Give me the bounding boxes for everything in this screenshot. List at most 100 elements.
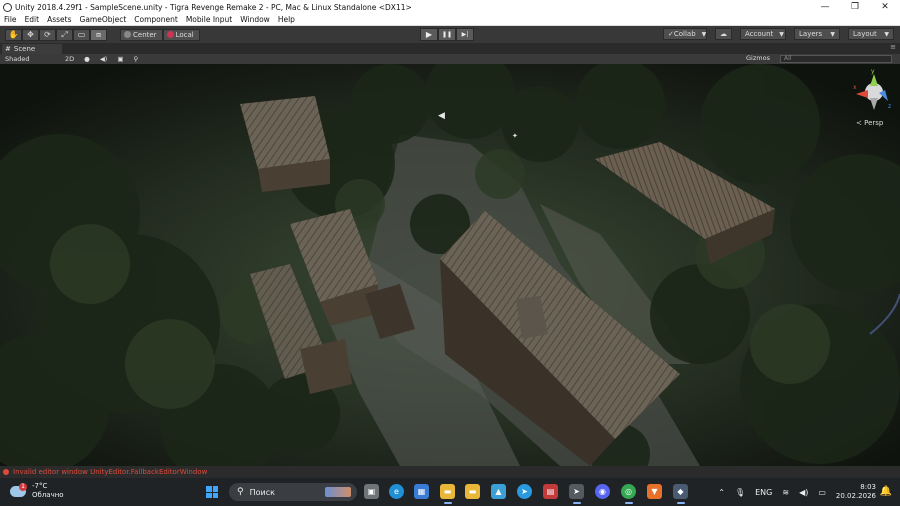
pivot-controls: Center Local	[120, 28, 200, 41]
active-indicator	[573, 502, 581, 504]
gizmos-dropdown[interactable]: Gizmos	[746, 54, 770, 62]
menu-component[interactable]: Component	[130, 15, 182, 24]
menu-help[interactable]: Help	[274, 15, 299, 24]
chevron-down-icon: ▼	[884, 30, 889, 38]
unity-logo-icon	[3, 2, 12, 12]
status-bar: Invalid editor window UnityEditor.Fallba…	[0, 466, 900, 478]
active-indicator	[444, 502, 452, 504]
scene-grid-icon: #	[5, 45, 11, 53]
close-button[interactable]: ✕	[870, 0, 900, 14]
discord-icon[interactable]: ◉	[595, 484, 610, 499]
active-indicator	[677, 502, 685, 504]
hand-tool-button[interactable]: ✋	[5, 28, 22, 41]
transform-tool-button[interactable]: ⧈	[90, 28, 107, 41]
pivot-icon	[124, 31, 131, 38]
scene-toolbar: Shaded 2D ● ◀) ▣ ⚲ Gizmos All	[0, 54, 900, 64]
cloud-button[interactable]: ☁	[715, 28, 732, 40]
cloud-icon: ☁	[720, 30, 727, 38]
cloud-icon: 1	[10, 482, 27, 497]
wifi-icon[interactable]: ≋	[782, 488, 789, 497]
microphone-icon[interactable]: 🎙	[735, 488, 745, 497]
input-language[interactable]: ENG	[755, 488, 772, 497]
scene-viewport[interactable]: ◀ ✦ y x z ≺ Persp	[0, 64, 900, 466]
chevron-down-icon: ▼	[779, 30, 784, 38]
chevron-down-icon: ▼	[830, 30, 835, 38]
unity-app-icon[interactable]: ◆	[673, 484, 688, 499]
local-space-icon	[166, 31, 174, 38]
hidden-objects-icon[interactable]: ⚲	[134, 55, 139, 63]
tab-scene[interactable]: # Scene	[2, 44, 62, 54]
clock[interactable]: 8:03 20.02.2026	[836, 483, 876, 501]
window-title: Unity 2018.4.29f1 - SampleScene.unity - …	[15, 2, 412, 12]
play-button[interactable]: ▶	[420, 28, 438, 41]
store-icon[interactable]: ▦	[414, 484, 429, 499]
menu-mobile-input[interactable]: Mobile Input	[182, 15, 236, 24]
scale-tool-button[interactable]: ⤢	[56, 28, 73, 41]
layers-dropdown[interactable]: Layers ▼	[794, 28, 840, 40]
battery-icon[interactable]: ▭	[818, 488, 826, 497]
minimize-button[interactable]: —	[810, 0, 840, 14]
light-gizmo-icon: ✦	[512, 132, 518, 140]
menu-file[interactable]: File	[0, 15, 21, 24]
calendar-icon[interactable]: ▤	[543, 484, 558, 499]
menu-edit[interactable]: Edit	[21, 15, 44, 24]
console-message[interactable]: Invalid editor window UnityEditor.Fallba…	[13, 468, 207, 476]
system-tray: ⌃ 🎙 ENG ≋ ◀) ▭ 8:03 20.02.2026	[718, 478, 900, 506]
pivot-center-button[interactable]: Center	[120, 28, 163, 41]
collab-dropdown[interactable]: ✓ Collab ▼	[663, 28, 707, 40]
task-view-icon[interactable]: ▣	[364, 484, 379, 499]
scene-search-input[interactable]: All	[780, 55, 892, 63]
account-dropdown[interactable]: Account ▼	[740, 28, 786, 40]
maximize-button[interactable]: ❐	[840, 0, 870, 14]
axis-y-label: y	[871, 68, 875, 75]
clock-time: 8:03	[860, 483, 876, 491]
shading-mode-dropdown[interactable]: Shaded	[5, 55, 65, 63]
telegram-desktop-icon[interactable]: ➤	[569, 484, 584, 499]
axis-z-label: z	[888, 103, 891, 110]
menu-window[interactable]: Window	[236, 15, 274, 24]
scene-render: ◀ ✦ y x z	[0, 64, 900, 466]
window-controls: — ❐ ✕	[810, 0, 900, 14]
menu-gameobject[interactable]: GameObject	[76, 15, 131, 24]
chevron-down-icon: ▼	[701, 30, 707, 38]
search-highlight-image	[325, 487, 351, 497]
chrome-icon[interactable]: ◎	[621, 484, 636, 499]
effects-toggle-icon[interactable]: ▣	[117, 55, 123, 63]
taskbar-search[interactable]: ⚲ Поиск	[229, 483, 357, 501]
chevron-up-icon[interactable]: ⌃	[718, 488, 725, 497]
menu-assets[interactable]: Assets	[43, 15, 75, 24]
transform-tools: ✋ ✥ ⟳ ⤢ ▭ ⧈	[5, 28, 107, 41]
step-button[interactable]: ▶|	[456, 28, 474, 41]
notification-bell-icon[interactable]: 🔔	[880, 486, 892, 497]
weather-widget[interactable]: 1 -7°C Облачно	[10, 482, 64, 500]
edge-icon[interactable]: e	[389, 484, 404, 499]
title-bar: Unity 2018.4.29f1 - SampleScene.unity - …	[0, 0, 900, 14]
rotate-tool-button[interactable]: ⟳	[39, 28, 56, 41]
tab-options-icon[interactable]: ≡	[890, 43, 896, 51]
photos-icon[interactable]: ▲	[491, 484, 506, 499]
volume-icon[interactable]: ◀)	[799, 488, 808, 497]
audio-toggle-icon[interactable]: ◀)	[100, 55, 108, 63]
move-tool-button[interactable]: ✥	[22, 28, 39, 41]
clock-date: 20.02.2026	[835, 492, 876, 500]
mode-2d-toggle[interactable]: 2D	[65, 55, 74, 63]
file-explorer-icon[interactable]: ▬	[440, 484, 455, 499]
menu-bar: File Edit Assets GameObject Component Mo…	[0, 14, 900, 26]
layout-dropdown[interactable]: Layout ▼	[848, 28, 894, 40]
folder-icon[interactable]: ▬	[465, 484, 480, 499]
start-button[interactable]	[206, 486, 218, 498]
brave-icon[interactable]: ▼	[647, 484, 662, 499]
playmode-controls: ▶ ❚❚ ▶|	[420, 28, 474, 41]
tab-row: # Scene ≡	[0, 43, 900, 54]
pause-button[interactable]: ❚❚	[438, 28, 456, 41]
rect-tool-button[interactable]: ▭	[73, 28, 90, 41]
weather-temperature: -7°C	[32, 482, 48, 490]
search-icon: ⚲	[237, 487, 244, 497]
telegram-icon[interactable]: ➤	[517, 484, 532, 499]
main-toolbar: ✋ ✥ ⟳ ⤢ ▭ ⧈ Center Local ▶ ❚❚ ▶| ✓ Colla…	[0, 26, 900, 43]
persp-icon: ≺	[856, 119, 862, 127]
axis-x-label: x	[853, 84, 857, 91]
pivot-local-button[interactable]: Local	[162, 28, 200, 41]
lighting-toggle-icon[interactable]: ●	[84, 55, 90, 63]
projection-toggle[interactable]: ≺ Persp	[856, 119, 883, 127]
